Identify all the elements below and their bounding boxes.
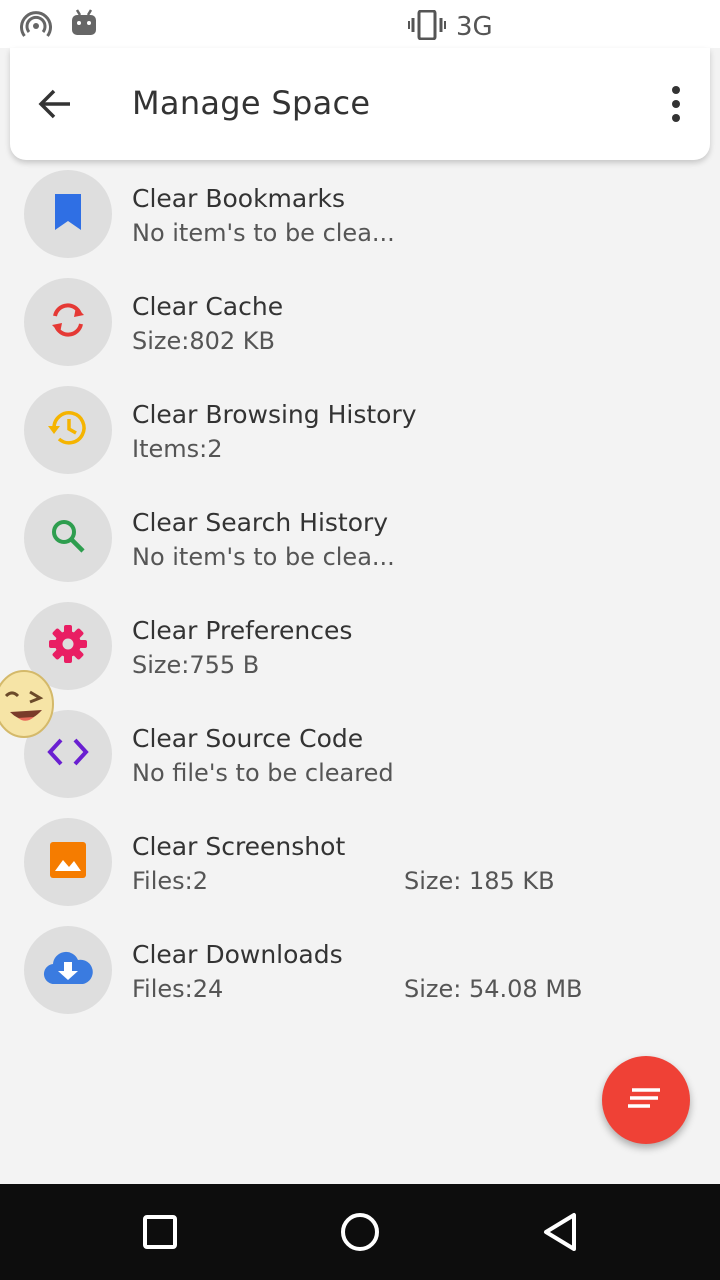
item-subtitle: No file's to be cleared (132, 759, 394, 787)
list-item-clear-bookmarks[interactable]: Clear Bookmarks No item's to be clea... (0, 160, 720, 268)
list-item-clear-screenshot[interactable]: Clear Screenshot Files:2 Size: 185 KB (0, 808, 720, 916)
item-title: Clear Browsing History (132, 400, 417, 429)
item-title: Clear Downloads (132, 940, 343, 969)
item-title: Clear Search History (132, 508, 389, 537)
item-subtitle: Items:2 (132, 435, 223, 463)
history-icon (46, 406, 90, 454)
list-item-clear-downloads[interactable]: Clear Downloads Files:24 Size: 54.08 MB (0, 916, 720, 1024)
item-files-count: Files:24 (132, 975, 224, 1003)
cloud-download-icon (43, 950, 93, 990)
item-files-count: Files:2 (132, 867, 209, 895)
item-subtitle: Size:755 B (132, 651, 260, 679)
item-size: Size: 185 KB (404, 867, 555, 895)
item-title: Clear Bookmarks (132, 184, 346, 213)
more-vert-icon[interactable] (658, 80, 694, 128)
search-icon (48, 516, 88, 560)
list-item-clear-search-history[interactable]: Clear Search History No item's to be cle… (0, 484, 720, 592)
list-item-clear-browsing-history[interactable]: Clear Browsing History Items:2 (0, 376, 720, 484)
status-bar: 3G (0, 0, 720, 48)
item-title: Clear Source Code (132, 724, 364, 753)
item-icon-container (24, 926, 112, 1014)
gear-icon (47, 623, 89, 669)
winking-emoji-icon[interactable] (0, 668, 56, 738)
vibrate-icon (408, 9, 446, 44)
code-icon (46, 735, 90, 773)
hotspot-icon (20, 10, 52, 46)
sort-icon (626, 1083, 666, 1117)
item-title: Clear Preferences (132, 616, 353, 645)
item-size: Size: 54.08 MB (404, 975, 583, 1003)
item-title: Clear Cache (132, 292, 284, 321)
item-subtitle: No item's to be clea... (132, 219, 395, 247)
back-arrow-icon[interactable] (32, 80, 80, 128)
image-icon (49, 841, 87, 883)
sort-fab-button[interactable] (602, 1056, 690, 1144)
item-title: Clear Screenshot (132, 832, 346, 861)
back-triangle-icon[interactable] (538, 1210, 582, 1254)
bookmark-icon (52, 194, 84, 234)
android-icon (70, 8, 98, 42)
item-subtitle: No item's to be clea... (132, 543, 395, 571)
network-type-label: 3G (456, 12, 493, 42)
app-bar: Manage Space (10, 48, 710, 160)
item-icon-container (24, 494, 112, 582)
list-item-clear-cache[interactable]: Clear Cache Size:802 KB (0, 268, 720, 376)
item-icon-container (24, 278, 112, 366)
item-subtitle: Size:802 KB (132, 327, 275, 355)
home-circle-icon[interactable] (338, 1210, 382, 1254)
item-icon-container (24, 386, 112, 474)
item-icon-container (24, 818, 112, 906)
system-navigation-bar (0, 1184, 720, 1280)
recents-square-icon[interactable] (138, 1210, 182, 1254)
sync-icon (46, 298, 90, 346)
item-icon-container (24, 170, 112, 258)
list-item-clear-preferences[interactable]: Clear Preferences Size:755 B (0, 592, 720, 700)
list-item-clear-source-code[interactable]: Clear Source Code No file's to be cleare… (0, 700, 720, 808)
page-title: Manage Space (132, 84, 371, 122)
